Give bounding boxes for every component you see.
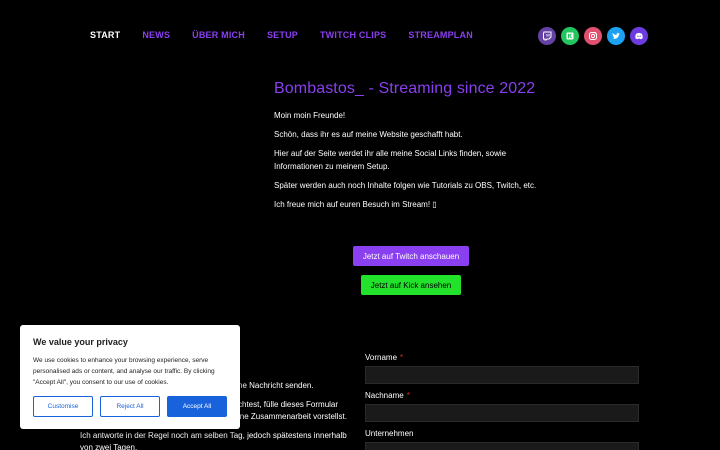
twitter-link[interactable] [607,27,625,45]
page-title: Bombastos_ - Streaming since 2022 [274,80,536,97]
company-label: Unternehmen [365,429,414,438]
reject-all-button[interactable]: Reject All [100,396,160,417]
main-nav: START NEWS ÜBER MICH SETUP TWITCH CLIPS … [90,30,473,40]
social-links [538,27,648,45]
instagram-link[interactable] [584,27,602,45]
discord-icon [635,33,643,40]
hero-paragraph: Später werden auch noch Inhalte folgen w… [274,181,537,190]
first-name-label: Vorname * [365,353,404,362]
contact-form: Vorname * Nachname * Unternehmen [365,353,639,450]
twitch-link[interactable] [538,27,556,45]
hero-paragraph: Schön, dass ihr es auf meine Website ges… [274,130,463,139]
twitter-icon [612,33,620,39]
last-name-field[interactable] [365,404,639,422]
hero-section: Bombastos_ - Streaming since 2022 Moin m… [274,80,554,217]
twitch-icon [543,31,552,41]
hero-paragraph: Ich freue mich auf euren Besuch im Strea… [274,200,437,209]
watch-on-kick-button[interactable]: Jetzt auf Kick ansehen [361,275,461,295]
nav-item-setup[interactable]: SETUP [267,30,298,40]
cookie-consent-banner: We value your privacy We use cookies to … [20,325,240,429]
kick-icon [566,32,574,40]
nav-item-streamplan[interactable]: STREAMPLAN [408,30,473,40]
company-field[interactable] [365,442,639,450]
first-name-field[interactable] [365,366,639,384]
hero-paragraph: Hier auf der Seite werdet ihr alle meine… [274,149,507,171]
kick-link[interactable] [561,27,579,45]
nav-item-start[interactable]: START [90,30,120,40]
discord-link[interactable] [630,27,648,45]
cookie-title: We value your privacy [33,337,128,347]
last-name-label: Nachname * [365,391,410,400]
contact-text-line: Ich antworte in der Regel noch am selben… [80,431,347,450]
nav-item-news[interactable]: NEWS [142,30,170,40]
nav-item-ueber-mich[interactable]: ÜBER MICH [192,30,245,40]
accept-all-button[interactable]: Accept All [167,396,227,417]
cookie-buttons: Customise Reject All Accept All [33,396,227,417]
nav-item-twitch-clips[interactable]: TWITCH CLIPS [320,30,386,40]
customise-button[interactable]: Customise [33,396,93,417]
hero-paragraph: Moin moin Freunde! [274,111,346,120]
cookie-text: We use cookies to enhance your browsing … [33,357,215,386]
watch-on-twitch-button[interactable]: Jetzt auf Twitch anschauen [353,246,469,266]
instagram-icon [589,32,597,40]
